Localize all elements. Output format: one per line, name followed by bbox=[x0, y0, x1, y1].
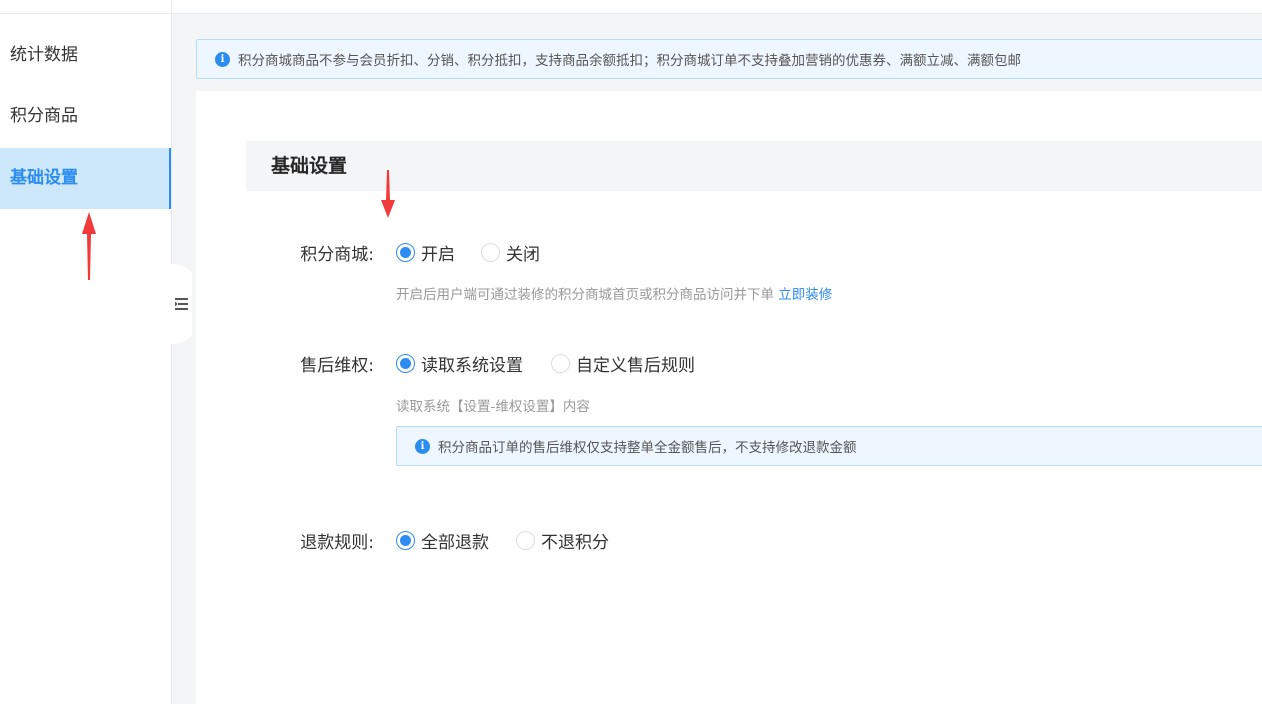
sidebar-item-points-goods[interactable]: 积分商品 bbox=[0, 86, 171, 147]
after-sale-hint: 读取系统【设置-维权设置】内容 bbox=[396, 399, 590, 415]
top-bar bbox=[0, 0, 1262, 14]
radio-circle bbox=[396, 243, 415, 262]
top-notice-text: 积分商城商品不参与会员折扣、分销、积分抵扣，支持商品余额抵扣；积分商城订单不支持… bbox=[238, 53, 1021, 69]
radio-label: 开启 bbox=[421, 245, 455, 265]
top-notice: i 积分商城商品不参与会员折扣、分销、积分抵扣，支持商品余额抵扣；积分商城订单不… bbox=[196, 39, 1262, 79]
top-bar-left bbox=[0, 0, 172, 14]
after-sale-radio-custom[interactable]: 自定义售后规则 bbox=[551, 351, 695, 376]
points-mall-hint: 开启后用户端可通过装修的积分商城首页或积分商品访问并下单 立即装修 bbox=[396, 283, 832, 303]
points-mall-radio-off[interactable]: 关闭 bbox=[481, 240, 540, 265]
sidebar-item-statistics[interactable]: 统计数据 bbox=[0, 25, 171, 86]
menu-collapse-icon bbox=[175, 298, 188, 310]
after-sale-notice-text: 积分商品订单的售后维权仅支持整单全金额售后，不支持修改退款金额 bbox=[438, 440, 857, 456]
radio-label: 读取系统设置 bbox=[421, 356, 523, 376]
section-title: 基础设置 bbox=[271, 155, 348, 177]
section-header: 基础设置 bbox=[246, 141, 1262, 191]
points-mall-hint-text: 开启后用户端可通过装修的积分商城首页或积分商品访问并下单 bbox=[396, 287, 774, 303]
radio-circle bbox=[551, 354, 570, 373]
annotation-arrow-down-icon bbox=[381, 170, 395, 218]
radio-label: 自定义售后规则 bbox=[576, 356, 695, 376]
decorate-now-link[interactable]: 立即装修 bbox=[778, 287, 832, 303]
radio-label: 全部退款 bbox=[421, 533, 489, 553]
points-mall-radio-on[interactable]: 开启 bbox=[396, 240, 455, 265]
radio-circle bbox=[396, 354, 415, 373]
after-sale-notice: i 积分商品订单的售后维权仅支持整单全金额售后，不支持修改退款金额 bbox=[396, 426, 1262, 466]
radio-label: 关闭 bbox=[506, 245, 540, 265]
radio-circle bbox=[516, 531, 535, 550]
info-circle-icon: i bbox=[415, 438, 430, 454]
sidebar-collapse-toggle[interactable] bbox=[171, 264, 192, 344]
sidebar: 统计数据 积分商品 基础设置 bbox=[0, 14, 172, 704]
refund-rule-radio-full[interactable]: 全部退款 bbox=[396, 528, 489, 553]
sidebar-item-basic-settings[interactable]: 基础设置 bbox=[0, 148, 171, 209]
refund-rule-radio-no-points[interactable]: 不退积分 bbox=[516, 528, 609, 553]
radio-circle bbox=[396, 531, 415, 550]
info-circle-icon: i bbox=[215, 51, 230, 67]
refund-rule-label: 退款规则: bbox=[300, 533, 374, 553]
points-mall-label: 积分商城: bbox=[300, 245, 374, 265]
annotation-arrow-up-icon bbox=[82, 212, 96, 280]
radio-circle bbox=[481, 243, 500, 262]
radio-label: 不退积分 bbox=[541, 533, 609, 553]
after-sale-label: 售后维权: bbox=[300, 356, 374, 376]
after-sale-radio-system[interactable]: 读取系统设置 bbox=[396, 351, 523, 376]
